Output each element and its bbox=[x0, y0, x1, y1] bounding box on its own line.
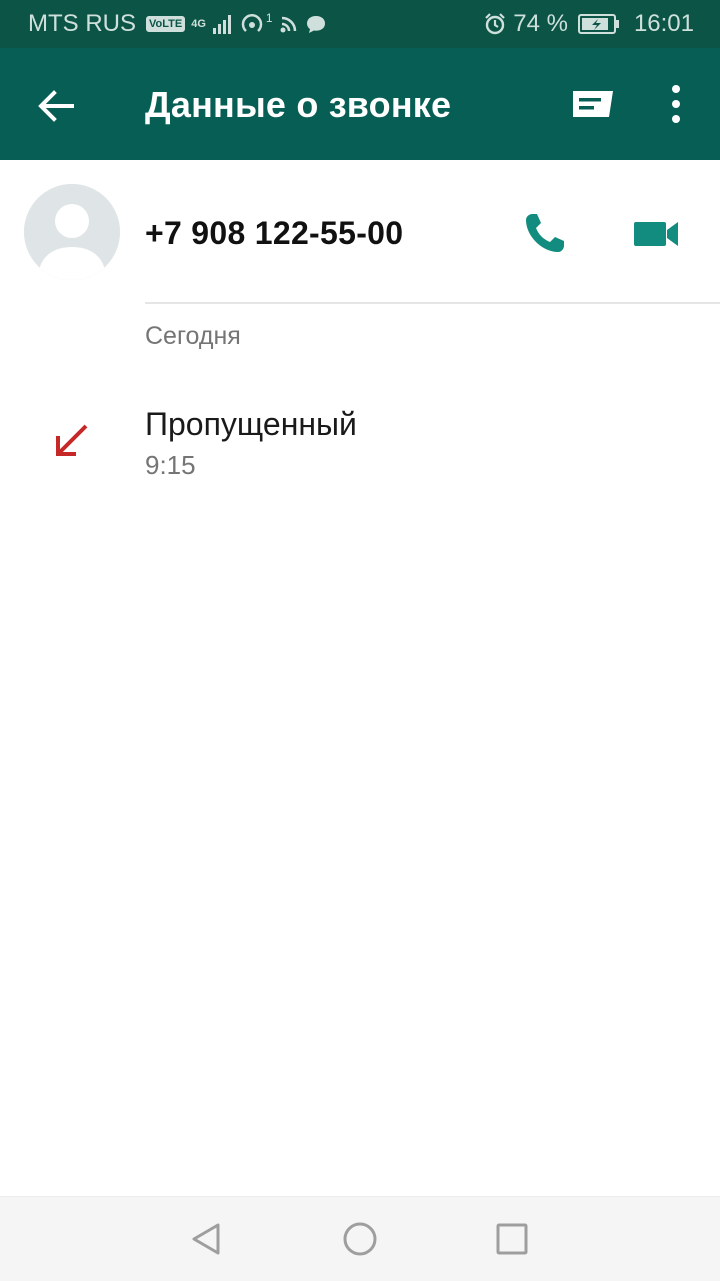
call-time: 9:15 bbox=[145, 450, 196, 480]
more-vertical-icon bbox=[672, 85, 680, 123]
wifi-icon bbox=[279, 14, 299, 34]
back-button[interactable] bbox=[28, 78, 84, 134]
voice-call-button[interactable] bbox=[518, 208, 570, 260]
alarm-icon bbox=[483, 12, 507, 36]
status-bar: MTS RUS VoLTE 4G 1 74 % 16:01 bbox=[0, 0, 720, 48]
battery-icon bbox=[577, 13, 620, 35]
hotspot-count: 1 bbox=[265, 11, 273, 25]
signal-icon bbox=[212, 14, 234, 34]
divider bbox=[145, 302, 720, 304]
triangle-back-icon bbox=[192, 1223, 220, 1255]
more-options-button[interactable] bbox=[656, 82, 696, 126]
message-button[interactable] bbox=[566, 82, 618, 126]
nav-home-button[interactable] bbox=[338, 1217, 382, 1261]
missed-call-arrow-icon bbox=[52, 420, 92, 460]
contact-row: +7 908 122-55-00 bbox=[0, 160, 720, 304]
status-bar-right: 74 % 16:01 bbox=[483, 10, 694, 38]
video-camera-icon bbox=[634, 222, 678, 246]
page-title: Данные о звонке bbox=[145, 84, 452, 125]
phone-icon bbox=[526, 214, 564, 252]
default-avatar-icon bbox=[24, 184, 120, 280]
clock: 16:01 bbox=[633, 10, 694, 37]
chat-notification-icon bbox=[305, 14, 327, 34]
call-type-label: Пропущенный bbox=[145, 406, 357, 442]
system-navigation-bar bbox=[0, 1196, 720, 1281]
network-type: 4G bbox=[191, 17, 206, 30]
hotspot-icon bbox=[240, 12, 268, 36]
date-header: Сегодня bbox=[145, 322, 241, 350]
nav-recents-button[interactable] bbox=[490, 1217, 534, 1261]
carrier-name: MTS RUS bbox=[28, 10, 136, 37]
volte-badge: VoLTE bbox=[146, 16, 186, 32]
square-recents-icon bbox=[496, 1223, 528, 1255]
avatar[interactable] bbox=[24, 184, 120, 280]
circle-home-icon bbox=[343, 1222, 377, 1256]
contact-phone-number: +7 908 122-55-00 bbox=[145, 215, 404, 251]
arrow-left-icon bbox=[38, 90, 74, 122]
message-icon bbox=[573, 91, 613, 117]
nav-back-button[interactable] bbox=[184, 1219, 228, 1259]
status-bar-left: MTS RUS VoLTE 4G 1 bbox=[28, 10, 327, 38]
call-log-entry: Пропущенный 9:15 bbox=[0, 390, 720, 500]
battery-percent: 74 % bbox=[513, 10, 568, 37]
app-toolbar: Данные о звонке bbox=[0, 48, 720, 160]
video-call-button[interactable] bbox=[630, 212, 684, 256]
